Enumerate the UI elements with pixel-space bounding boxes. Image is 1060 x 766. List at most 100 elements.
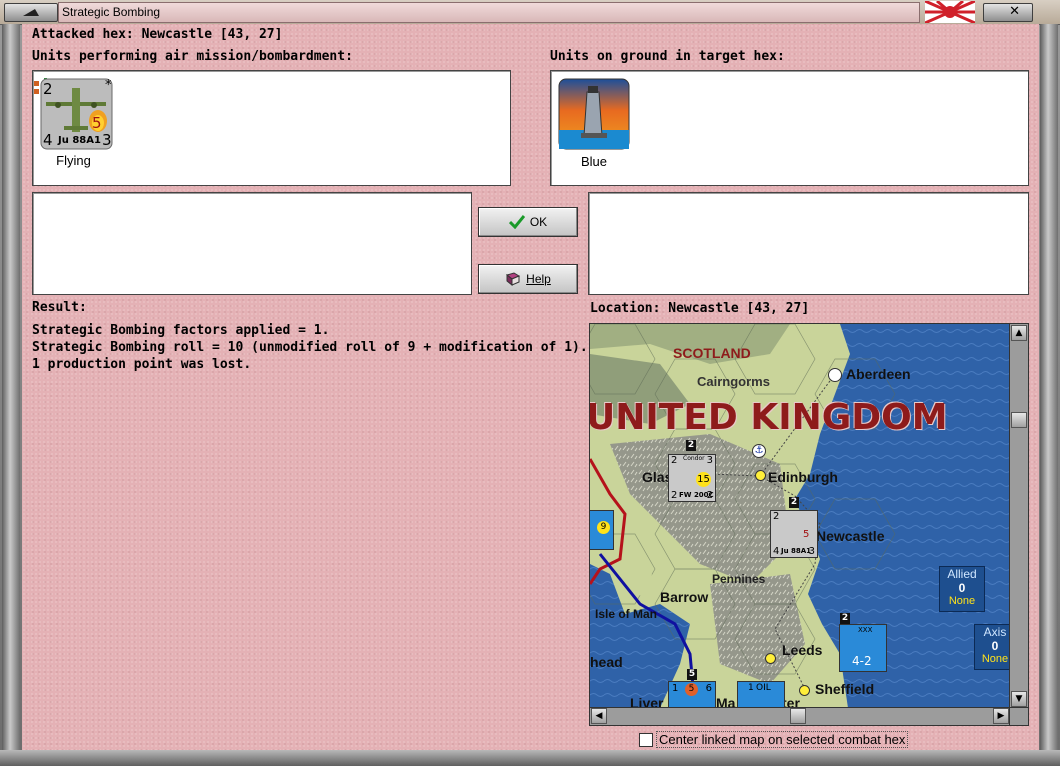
scroll-right-icon[interactable]: ▶: [993, 708, 1009, 724]
right-rail: [1040, 24, 1058, 754]
map-unit-strength: 5: [685, 683, 698, 696]
map-unit-strength: 9: [597, 521, 610, 534]
scroll-down-icon[interactable]: ▼: [1011, 691, 1027, 707]
air-unit-top-left: 2: [43, 80, 53, 98]
help-label: Help: [526, 272, 551, 286]
map-place-label: Leeds: [782, 642, 823, 658]
map-unit-left: 1: [672, 683, 679, 694]
scroll-up-icon[interactable]: ▲: [1011, 325, 1027, 341]
map-unit-counter[interactable]: 9: [590, 510, 614, 550]
ground-unit-status: Blue: [580, 154, 608, 169]
ground-units-label: Units on ground in target hex:: [550, 49, 785, 64]
map-unit-top-right: 3: [706, 455, 713, 466]
map-unit-name: 4-2: [852, 654, 872, 668]
air-unit-bottom-right: 3: [102, 131, 112, 149]
map-unit-label: Condor: [683, 455, 705, 462]
result-line: Strategic Bombing factors applied = 1.: [32, 323, 330, 338]
map-place-label: Edinburgh: [768, 469, 838, 485]
map-place-label: Barrow: [660, 589, 709, 605]
bottom-rail: [0, 750, 1060, 766]
left-rail: [2, 24, 20, 754]
map-horizontal-scrollbar[interactable]: ◀ ▶: [589, 707, 1011, 726]
location-label: Location:: [590, 301, 661, 316]
map-unit-bottom-right: 2: [706, 490, 713, 501]
map-place-label: Aberdeen: [846, 366, 911, 382]
map-unit-bottom-right: 3: [808, 546, 815, 557]
title-bar: Strategic Bombing ✕: [0, 0, 1060, 25]
ok-label: OK: [529, 215, 548, 229]
map-unit-counter[interactable]: XXX 4-2: [839, 624, 887, 672]
attacker-info-box: [32, 192, 472, 295]
air-unit-status: Flying: [56, 153, 91, 168]
map-unit-value: 1: [748, 683, 754, 693]
map-place-label: Isle of Man: [595, 607, 658, 621]
axis-label: Axis: [983, 625, 1007, 639]
axis-value: 0: [991, 639, 999, 653]
axis-status: None: [981, 653, 1009, 665]
air-unit-card[interactable]: 2 * 5 4 Ju 88A1 3 Flying: [34, 72, 114, 168]
ground-unit-card[interactable]: Blue: [557, 78, 631, 169]
ok-button[interactable]: OK: [478, 207, 578, 237]
help-button[interactable]: Help: [478, 264, 578, 294]
map-place-label: Glasgow: [642, 469, 668, 485]
map-unit-label: XXX: [858, 626, 873, 634]
location-row: Location: Newcastle [43, 27]: [590, 301, 809, 316]
horizontal-scroll-thumb[interactable]: [790, 708, 806, 724]
location-map[interactable]: SCOTLAND UNITED KINGDOM Cairngorms Aberd…: [589, 323, 1011, 709]
scroll-left-icon[interactable]: ◀: [591, 708, 607, 724]
map-unit-bottom-left: 4: [773, 546, 780, 557]
window-menu-button[interactable]: [4, 3, 58, 22]
allied-status: None: [948, 595, 976, 607]
map-unit-strength: 15: [696, 472, 711, 487]
allied-label: Allied: [947, 567, 977, 581]
map-stack-count: 2: [840, 613, 850, 624]
checkmark-icon: [508, 215, 525, 229]
center-map-checkbox[interactable]: [639, 733, 653, 747]
air-unit-strength: 5: [92, 114, 102, 132]
minimize-arrow-icon: [23, 9, 39, 16]
lighthouse-icon: [558, 78, 630, 150]
location-value: Newcastle [43, 27]: [668, 301, 810, 316]
title-strip: [58, 2, 920, 23]
help-book-icon: [506, 272, 521, 286]
map-country-label: UNITED KINGDOM: [589, 397, 948, 438]
port-icon: [828, 368, 842, 382]
window-title: Strategic Bombing: [62, 5, 161, 19]
city-marker: [799, 685, 810, 696]
vertical-scroll-thumb[interactable]: [1011, 412, 1027, 428]
attacked-hex-value: Newcastle [43, 27]: [141, 27, 283, 42]
map-unit-top-left: 2: [671, 455, 678, 466]
map-place-label: Pennines: [712, 572, 766, 586]
city-marker: [755, 470, 766, 481]
map-unit-strength: 5: [803, 529, 810, 540]
map-unit-counter[interactable]: 2 Condor 3 15 2 FW 200C 2: [668, 454, 716, 502]
map-stack-count: 2: [686, 440, 696, 451]
map-unit-counter[interactable]: 1 5 6: [668, 681, 716, 708]
map-unit-bottom-left: 2: [671, 490, 678, 501]
allied-value: 0: [958, 581, 966, 595]
map-unit-counter[interactable]: 1 OIL: [737, 681, 785, 708]
close-button[interactable]: ✕: [983, 3, 1033, 22]
map-unit-name: OIL: [756, 683, 771, 693]
map-unit-top-left: 2: [773, 511, 780, 522]
map-unit-right: 6: [705, 683, 712, 694]
result-line: Strategic Bombing roll = 10 (unmodified …: [32, 340, 588, 355]
result-line: 1 production point was lost.: [32, 357, 252, 372]
air-unit-bottom-left: 4: [43, 131, 53, 149]
result-label: Result:: [32, 300, 87, 315]
attacked-hex-label: Attacked hex:: [32, 27, 134, 42]
axis-box: Axis 0 None: [974, 624, 1010, 670]
map-place-label: Newcastle: [816, 528, 885, 544]
map-vertical-scrollbar[interactable]: ▲ ▼: [1009, 323, 1029, 709]
city-marker: [765, 653, 776, 664]
air-unit-name: Ju 88A1: [58, 135, 101, 146]
result-text: Strategic Bombing factors applied = 1. S…: [32, 322, 588, 373]
map-place-label: Sheffield: [815, 681, 875, 697]
map-region-label: SCOTLAND: [673, 345, 751, 361]
map-place-label: Cairngorms: [697, 374, 770, 389]
map-stack-count: 5: [687, 669, 697, 680]
japan-flag-icon: [925, 1, 975, 23]
air-units-label: Units performing air mission/bombardment…: [32, 49, 353, 64]
center-map-label[interactable]: Center linked map on selected combat hex: [656, 731, 909, 748]
map-unit-counter[interactable]: 2 5 4 Ju 88A1 3: [770, 510, 818, 558]
